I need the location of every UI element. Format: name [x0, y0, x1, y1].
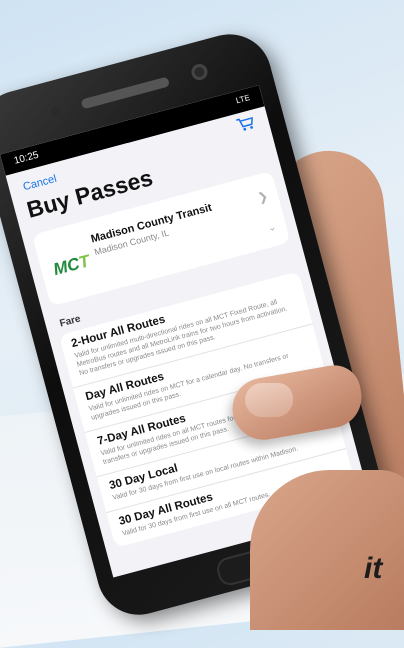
proximity-sensor	[49, 105, 62, 118]
tagline-text: it	[364, 552, 383, 585]
status-network: LTE	[234, 93, 251, 106]
chevron-right-icon[interactable]: ❯	[256, 189, 269, 205]
earpiece-speaker	[80, 76, 171, 110]
hand-palm	[250, 470, 404, 630]
agency-logo: MCT	[51, 251, 92, 280]
chevron-down-icon[interactable]: ⌄	[267, 222, 278, 235]
thumbnail	[245, 383, 293, 417]
status-time: 10:25	[12, 149, 40, 167]
fare-section-label: Fare	[58, 313, 82, 330]
front-camera	[189, 62, 210, 82]
